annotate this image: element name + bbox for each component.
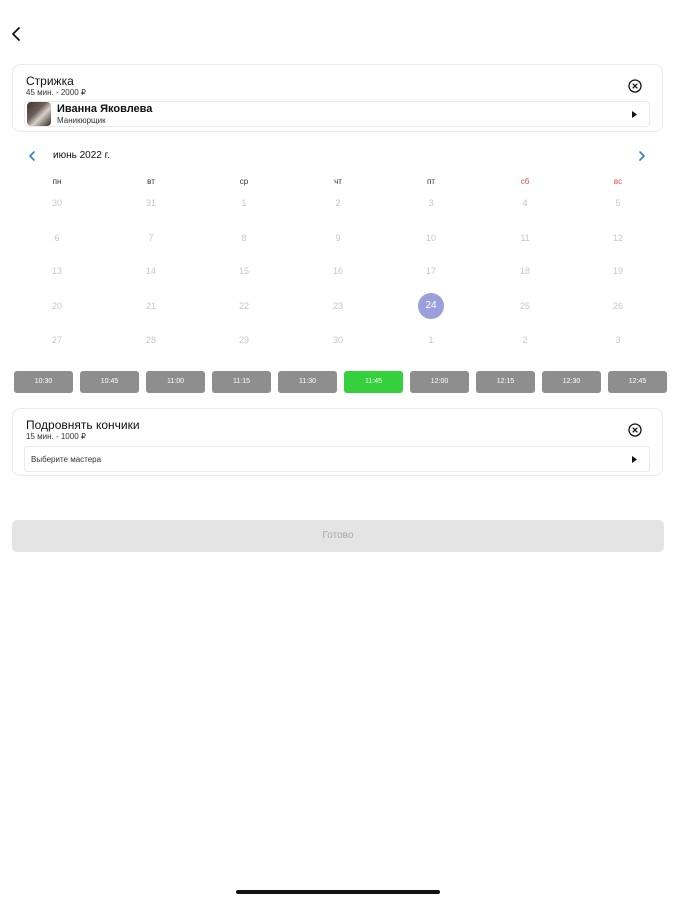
calendar-day[interactable]: 29 — [229, 335, 259, 345]
calendar-day[interactable]: 27 — [42, 335, 72, 345]
caret-right-icon — [632, 111, 637, 118]
calendar-day[interactable]: 31 — [136, 198, 166, 208]
calendar-day[interactable]: 23 — [323, 301, 353, 311]
calendar-day[interactable]: 7 — [136, 233, 166, 243]
calendar-header: июнь 2022 г. — [0, 146, 675, 166]
calendar-day[interactable]: 16 — [323, 266, 353, 276]
calendar-day[interactable]: 26 — [603, 301, 633, 311]
weekday-wed: ср — [239, 177, 249, 186]
month-label: июнь 2022 г. — [53, 150, 110, 161]
calendar-day[interactable]: 8 — [229, 233, 259, 243]
time-slot[interactable]: 11:00 — [146, 371, 205, 393]
master-role: Маникюрщик — [57, 116, 106, 125]
calendar-day[interactable]: 13 — [42, 266, 72, 276]
master-selector[interactable]: Выберите мастера — [24, 446, 650, 472]
weekday-fri: пт — [427, 177, 435, 186]
calendar-day[interactable]: 2 — [510, 335, 540, 345]
service-card-haircut: Стрижка 45 мин. - 2000 ₽ Иванна Яковлева… — [12, 64, 663, 132]
service-card-trim: Подровнять кончики 15 мин. - 1000 ₽ Выбе… — [12, 408, 663, 476]
calendar-day[interactable]: 3 — [603, 335, 633, 345]
weekday-mon: пн — [52, 177, 62, 186]
remove-service-icon[interactable] — [628, 423, 642, 437]
calendar-day[interactable]: 20 — [42, 301, 72, 311]
back-arrow-icon[interactable] — [8, 24, 26, 44]
time-slot-strip[interactable]: 10:30 10:45 11:00 11:15 11:30 11:45 12:0… — [0, 371, 675, 395]
service-meta: 15 мин. - 1000 ₽ — [26, 432, 86, 441]
time-slot[interactable]: 11:30 — [278, 371, 337, 393]
time-slot[interactable]: 12:30 — [542, 371, 601, 393]
service-meta: 45 мин. - 2000 ₽ — [26, 88, 86, 97]
calendar-day[interactable]: 30 — [323, 335, 353, 345]
master-selector[interactable]: Иванна Яковлева Маникюрщик — [24, 101, 650, 127]
caret-right-icon — [632, 456, 637, 463]
time-slot[interactable]: 11:15 — [212, 371, 271, 393]
master-placeholder: Выберите мастера — [31, 455, 102, 464]
calendar-day[interactable]: 18 — [510, 266, 540, 276]
master-name: Иванна Яковлева — [57, 103, 153, 115]
calendar-day[interactable]: 11 — [510, 233, 540, 243]
calendar-day[interactable]: 1 — [229, 198, 259, 208]
calendar-day[interactable]: 22 — [229, 301, 259, 311]
weekday-tue: вт — [147, 177, 155, 186]
chevron-left-icon[interactable] — [27, 150, 37, 162]
calendar-day[interactable]: 21 — [136, 301, 166, 311]
remove-service-icon[interactable] — [628, 79, 642, 93]
calendar-day[interactable]: 30 — [42, 198, 72, 208]
calendar-day[interactable]: 25 — [510, 301, 540, 311]
avatar — [27, 102, 51, 126]
calendar-day[interactable]: 10 — [416, 233, 446, 243]
done-button[interactable]: Готово — [12, 520, 664, 552]
time-slot[interactable]: 10:45 — [80, 371, 139, 393]
time-slot[interactable]: 12:15 — [476, 371, 535, 393]
time-slot[interactable]: 10:30 — [14, 371, 73, 393]
calendar-day[interactable]: 19 — [603, 266, 633, 276]
calendar-day[interactable]: 28 — [136, 335, 166, 345]
calendar-day[interactable]: 17 — [416, 266, 446, 276]
time-slot[interactable]: 12:45 — [608, 371, 667, 393]
calendar-day[interactable]: 1 — [416, 335, 446, 345]
weekday-sat: сб — [520, 177, 530, 186]
calendar-day[interactable]: 9 — [323, 233, 353, 243]
time-slot-selected[interactable]: 11:45 — [344, 371, 403, 393]
calendar-day[interactable]: 4 — [510, 198, 540, 208]
service-title: Стрижка — [26, 74, 74, 88]
selected-day[interactable]: 24 — [418, 293, 444, 319]
calendar-day[interactable]: 5 — [603, 198, 633, 208]
calendar-day[interactable]: 3 — [416, 198, 446, 208]
chevron-right-icon[interactable] — [637, 150, 647, 162]
calendar-day[interactable]: 15 — [229, 266, 259, 276]
time-slot[interactable]: 12:00 — [410, 371, 469, 393]
home-indicator — [236, 890, 440, 894]
service-title: Подровнять кончики — [26, 418, 140, 432]
calendar-day[interactable]: 12 — [603, 233, 633, 243]
calendar-day[interactable]: 6 — [42, 233, 72, 243]
calendar-day[interactable]: 14 — [136, 266, 166, 276]
calendar-day[interactable]: 2 — [323, 198, 353, 208]
weekday-sun: вс — [613, 177, 623, 186]
weekday-thu: чт — [334, 177, 342, 186]
